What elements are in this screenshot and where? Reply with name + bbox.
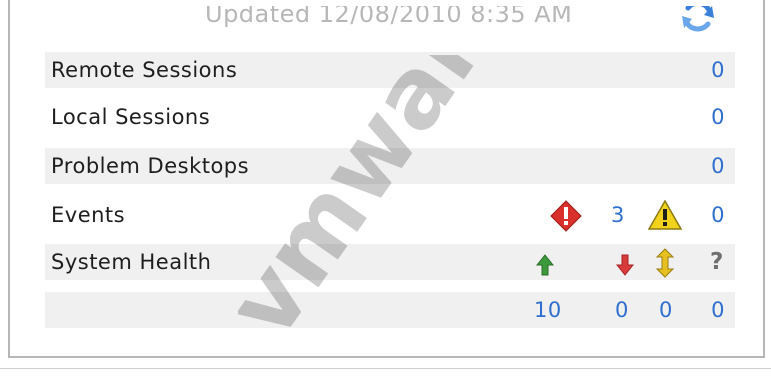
system-health-label: System Health [51, 250, 212, 274]
green-up-arrow-icon [536, 254, 554, 276]
error-diamond-icon [550, 200, 582, 232]
health-down-count[interactable]: 0 [615, 292, 629, 328]
refresh-icon[interactable] [678, 2, 718, 32]
divider [0, 368, 771, 369]
local-sessions-count[interactable]: 0 [711, 99, 725, 135]
red-down-arrow-icon [616, 254, 634, 276]
local-sessions-label: Local Sessions [51, 105, 211, 129]
problem-desktops-row[interactable]: Problem Desktops 0 [45, 148, 735, 184]
system-health-counts-row: 10 0 0 0 [45, 292, 735, 328]
events-row[interactable]: Events 3 0 [45, 197, 735, 233]
local-sessions-row[interactable]: Local Sessions 0 [45, 99, 735, 135]
health-neutral-count[interactable]: 0 [659, 292, 673, 328]
remote-sessions-label: Remote Sessions [51, 58, 238, 82]
events-error-count[interactable]: 3 [611, 197, 625, 233]
health-up-count[interactable]: 10 [534, 292, 562, 328]
events-label: Events [51, 203, 126, 227]
remote-sessions-count[interactable]: 0 [711, 52, 725, 88]
events-warning-count[interactable]: 0 [711, 197, 725, 233]
unknown-icon: ? [710, 249, 724, 275]
health-unknown-count[interactable]: 0 [711, 292, 725, 328]
problem-desktops-label: Problem Desktops [51, 154, 250, 178]
remote-sessions-row[interactable]: Remote Sessions 0 [45, 52, 735, 88]
yellow-updown-arrow-icon [655, 248, 675, 278]
problem-desktops-count[interactable]: 0 [711, 148, 725, 184]
system-health-row[interactable]: System Health ? [45, 244, 735, 280]
warning-triangle-icon [648, 200, 682, 230]
